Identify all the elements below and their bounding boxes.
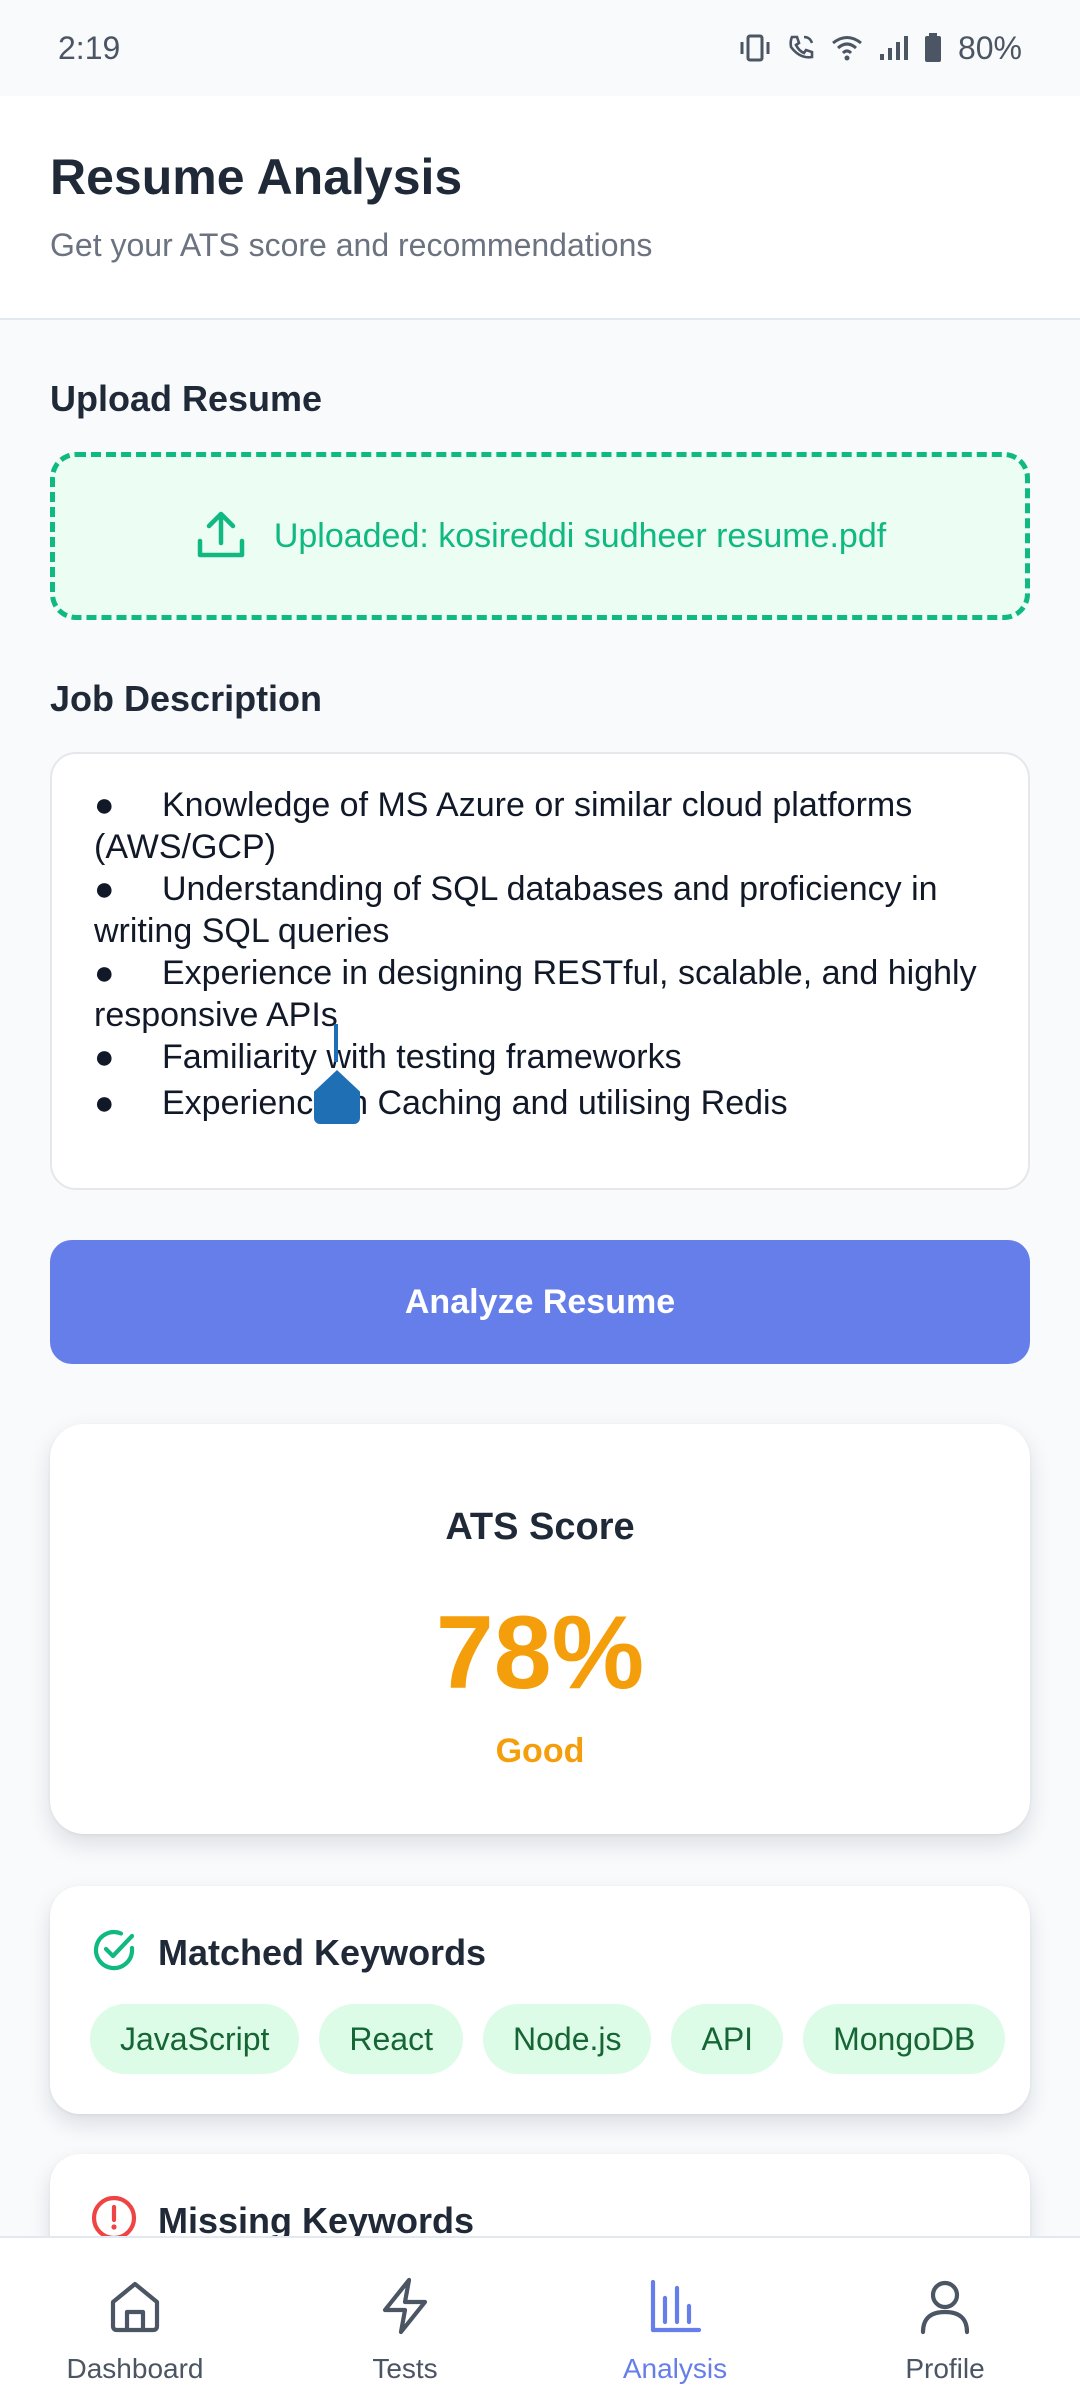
wifi-calling-icon: [786, 33, 816, 63]
nav-item-dashboard[interactable]: Dashboard: [0, 2238, 270, 2385]
upload-section-label: Upload Resume: [50, 378, 323, 419]
keyword-chip: API: [671, 2004, 784, 2074]
signal-icon: [878, 34, 910, 62]
matched-keywords-card: Matched Keywords JavaScript React Node.j…: [50, 1886, 1030, 2114]
jd-line-cont: responsive APIs: [94, 996, 338, 1034]
status-time: 2:19: [58, 29, 121, 66]
keyword-chip: Node.js: [482, 2004, 652, 2074]
upload-status-text: Uploaded: kosireddi sudheer resume.pdf: [273, 516, 887, 555]
nav-item-tests[interactable]: Tests: [270, 2238, 540, 2385]
nav-label-dashboard: Dashboard: [66, 2353, 204, 2384]
wifi-icon: [830, 34, 864, 62]
job-description-label: Job Description: [50, 678, 323, 719]
battery-icon: [924, 33, 942, 63]
keyword-chip: MongoDB: [803, 2004, 1006, 2074]
app-screen: 2:19 80% Resume Analysis Get your ATS sc…: [0, 0, 1080, 2408]
matched-keywords-list: JavaScript React Node.js API MongoDB: [90, 2004, 1006, 2074]
ats-score-value: 78%: [435, 1595, 645, 1711]
page-title: Resume Analysis: [50, 149, 463, 205]
nav-item-profile[interactable]: Profile: [810, 2238, 1080, 2385]
matched-keywords-title: Matched Keywords: [158, 1931, 487, 1973]
jd-line: ● Understanding of SQL databases and prof…: [94, 870, 938, 908]
lightning-icon: [375, 2276, 435, 2341]
ats-score-rating: Good: [495, 1732, 585, 1770]
jd-line-cont: (AWS/GCP): [94, 828, 276, 866]
ats-score-card: ATS Score 78% Good: [50, 1424, 1030, 1834]
bottom-navigation: Dashboard Tests Analysis Profile: [0, 2236, 1080, 2408]
upload-icon: [194, 507, 248, 566]
nav-label-tests: Tests: [372, 2353, 438, 2384]
home-icon: [105, 2276, 165, 2341]
upload-dropzone[interactable]: Uploaded: kosireddi sudheer resume.pdf: [50, 452, 1030, 620]
vibrate-icon: [738, 33, 772, 63]
keyword-chip: React: [319, 2004, 463, 2074]
analyze-resume-button[interactable]: Analyze Resume: [50, 1240, 1030, 1364]
page-subtitle: Get your ATS score and recommendations: [50, 227, 653, 263]
jd-line: ● Knowledge of MS Azure or similar cloud …: [94, 786, 913, 824]
text-cursor: [334, 1024, 338, 1062]
bar-chart-icon: [645, 2276, 705, 2341]
status-icons: 80%: [738, 30, 1022, 67]
page-header: Resume Analysis Get your ATS score and r…: [0, 96, 1080, 320]
jd-line: ● Experience in designing RESTful, scalab…: [94, 954, 977, 992]
jd-text-content: ● Knowledge of MS Azure or similar cloud …: [94, 784, 994, 1124]
jd-line: ● Experience in Caching and utilising Red…: [94, 1084, 788, 1122]
battery-percent: 80%: [957, 29, 1022, 66]
nav-label-profile: Profile: [905, 2353, 985, 2384]
jd-clipped-line: [94, 754, 103, 769]
check-circle-icon: [90, 1926, 138, 1979]
status-bar: 2:19 80%: [0, 0, 1080, 96]
keyword-chip: JavaScript: [90, 2004, 300, 2074]
jd-line-cont: writing SQL queries: [94, 912, 390, 950]
jd-line: ● Familiarity with testing frameworks: [94, 1038, 682, 1076]
job-description-textarea[interactable]: ● Knowledge of MS Azure or similar cloud …: [50, 752, 1030, 1190]
nav-item-analysis[interactable]: Analysis: [540, 2238, 810, 2385]
user-icon: [915, 2276, 975, 2341]
matched-keywords-header: Matched Keywords: [90, 1926, 486, 1979]
nav-label-analysis: Analysis: [622, 2353, 728, 2384]
ats-score-title: ATS Score: [445, 1506, 635, 1548]
